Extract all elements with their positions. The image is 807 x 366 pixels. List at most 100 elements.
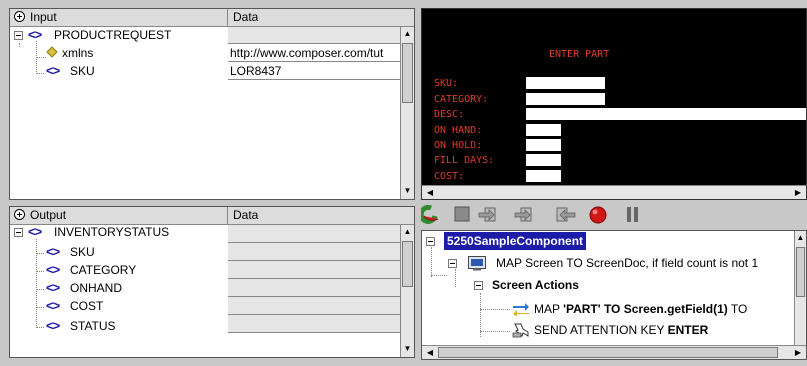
tree-line xyxy=(431,247,432,277)
expand-all-icon[interactable] xyxy=(14,209,25,220)
action-tree-vertical-scrollbar[interactable]: ▲ xyxy=(794,231,806,345)
pause-icon[interactable] xyxy=(627,207,638,222)
tree-row-sku[interactable]: <> SKU xyxy=(10,244,228,261)
desc-field[interactable] xyxy=(526,108,806,120)
scroll-up-icon[interactable]: ▲ xyxy=(796,233,805,244)
scroll-left-icon[interactable]: ◀ xyxy=(424,187,436,198)
tree-row-inventorystatus[interactable]: <> INVENTORYSTATUS xyxy=(10,224,228,241)
collapse-icon[interactable] xyxy=(14,31,23,40)
output-name-column-header[interactable]: Output xyxy=(10,207,228,224)
data-column-label: Data xyxy=(233,208,259,222)
data-cell[interactable] xyxy=(228,279,404,297)
terminal-screen[interactable]: ENTER PART SKU: CATEGORY: DESC: ON HAND:… xyxy=(421,8,807,200)
data-cell[interactable]: LOR8437 xyxy=(228,63,404,80)
scroll-up-icon[interactable]: ▲ xyxy=(402,29,413,40)
input-column-label: Input xyxy=(30,10,57,24)
scroll-thumb[interactable] xyxy=(796,247,805,297)
output-vertical-scrollbar[interactable]: ▲ ▼ xyxy=(400,225,414,357)
node-label: SKU xyxy=(70,64,95,78)
run-icon[interactable] xyxy=(418,204,439,224)
send-key-value: ENTER xyxy=(667,323,709,337)
output-data-column-header[interactable]: Data xyxy=(229,207,414,224)
tree-row-xmlns[interactable]: xmlns xyxy=(10,45,228,62)
action-tree-horizontal-scrollbar[interactable]: ◀ ▶ xyxy=(422,345,806,359)
scroll-left-icon[interactable]: ◀ xyxy=(424,347,436,358)
node-label: STATUS xyxy=(70,319,116,333)
data-cell[interactable] xyxy=(228,315,404,333)
element-tag-icon: <> xyxy=(46,298,60,313)
collapse-icon[interactable] xyxy=(426,237,435,246)
scroll-thumb[interactable] xyxy=(402,241,413,287)
field-label-fill-days: FILL DAYS: xyxy=(434,155,495,166)
component-label: 5250SampleComponent xyxy=(444,232,587,250)
tree-line xyxy=(480,309,510,310)
tree-row-sku[interactable]: <> SKU xyxy=(10,63,228,80)
scroll-thumb[interactable] xyxy=(438,347,778,358)
expand-all-icon[interactable] xyxy=(14,11,25,22)
tree-row-onhand[interactable]: <> ONHAND xyxy=(10,280,228,297)
send-key-icon xyxy=(512,323,529,338)
terminal-horizontal-scrollbar[interactable]: ◀ ▶ xyxy=(422,185,806,199)
field-label-category: CATEGORY: xyxy=(434,94,489,105)
step-over-icon[interactable] xyxy=(514,207,532,222)
field-label-sku: SKU: xyxy=(434,78,459,89)
map-part-suffix: TO xyxy=(727,302,748,316)
data-cell[interactable] xyxy=(228,297,404,315)
screen-icon xyxy=(468,256,486,271)
node-label: PRODUCTREQUEST xyxy=(54,28,172,42)
scroll-right-icon[interactable]: ▶ xyxy=(792,347,804,358)
action-tree-panel: 5250SampleComponent MAP Screen TO Screen… xyxy=(421,230,807,360)
screen-actions-label: Screen Actions xyxy=(492,278,579,292)
node-label: COST xyxy=(70,299,104,313)
node-label: xmlns xyxy=(62,46,94,60)
step-out-icon[interactable] xyxy=(556,207,576,222)
field-label-desc: DESC: xyxy=(434,109,465,120)
data-cell[interactable] xyxy=(228,27,404,44)
sku-field[interactable] xyxy=(526,77,605,89)
attribute-icon xyxy=(46,46,58,58)
map-part-expression: 'PART' TO Screen.getField(1) xyxy=(563,302,728,316)
tree-row-status[interactable]: <> STATUS xyxy=(10,318,228,335)
scroll-right-icon[interactable]: ▶ xyxy=(792,187,804,198)
node-label: INVENTORYSTATUS xyxy=(54,225,170,239)
map-screen-label: MAP Screen TO ScreenDoc, if field count … xyxy=(496,256,759,270)
step-into-icon[interactable] xyxy=(478,207,496,222)
output-header: Output Data xyxy=(10,207,414,225)
field-label-cost: COST: xyxy=(434,171,465,182)
on-hold-field[interactable] xyxy=(526,139,561,151)
element-tag-icon: <> xyxy=(46,262,60,277)
element-tag-icon: <> xyxy=(46,244,60,259)
category-field[interactable] xyxy=(526,93,605,105)
tree-line xyxy=(455,269,456,287)
element-tag-icon: <> xyxy=(46,63,60,78)
data-cell[interactable] xyxy=(228,261,404,279)
collapse-icon[interactable] xyxy=(474,281,483,290)
input-vertical-scrollbar[interactable]: ▲ ▼ xyxy=(400,27,414,199)
data-cell[interactable]: http://www.composer.com/tut xyxy=(228,45,404,62)
scroll-up-icon[interactable]: ▲ xyxy=(402,227,413,238)
data-cell[interactable] xyxy=(228,243,404,261)
scroll-thumb[interactable] xyxy=(402,43,413,103)
output-panel: Output Data <> INVENTORYSTATUS <> SKU <>… xyxy=(9,206,415,358)
collapse-icon[interactable] xyxy=(448,259,457,268)
element-tag-icon: <> xyxy=(46,280,60,295)
fill-days-field[interactable] xyxy=(526,154,561,166)
on-hand-field[interactable] xyxy=(526,124,561,136)
tree-row-productrequest[interactable]: <> PRODUCTREQUEST xyxy=(10,27,228,44)
data-cell[interactable] xyxy=(228,225,404,243)
scroll-down-icon[interactable]: ▼ xyxy=(402,186,413,197)
input-header: Input Data xyxy=(10,9,414,27)
tree-line xyxy=(431,275,447,276)
cost-field[interactable] xyxy=(526,170,561,182)
output-column-label: Output xyxy=(30,208,67,222)
element-tag-icon: <> xyxy=(28,224,42,239)
tree-row-category[interactable]: <> CATEGORY xyxy=(10,262,228,279)
tree-row-cost[interactable]: <> COST xyxy=(10,298,228,315)
breakpoint-icon[interactable] xyxy=(589,206,607,224)
tree-line xyxy=(480,331,510,332)
input-name-column-header[interactable]: Input xyxy=(10,9,228,26)
stop-icon[interactable] xyxy=(454,206,470,222)
scroll-down-icon[interactable]: ▼ xyxy=(402,344,413,355)
input-data-column-header[interactable]: Data xyxy=(229,9,414,26)
collapse-icon[interactable] xyxy=(14,228,23,237)
